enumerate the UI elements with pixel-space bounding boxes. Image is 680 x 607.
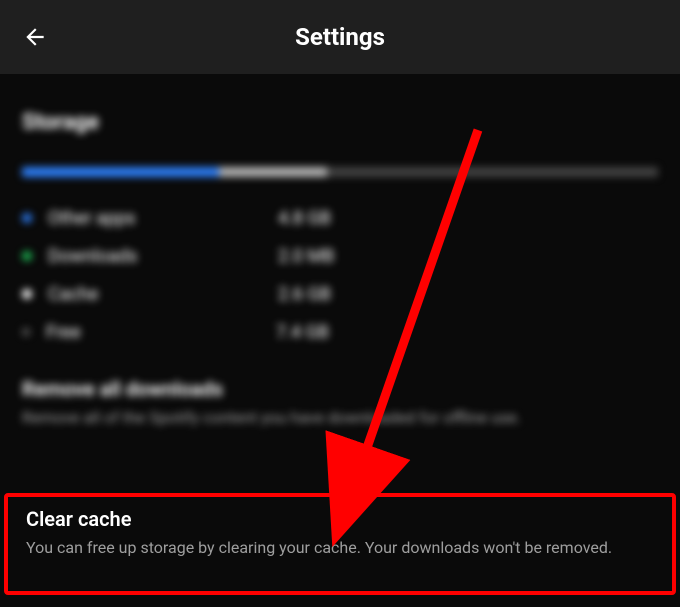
remove-downloads-desc: Remove all of the Spotify content you ha…	[22, 407, 658, 429]
storage-legend: Other apps 4.8 GB Downloads 2.0 MB Cache…	[22, 199, 658, 351]
storage-section-title: Storage	[22, 110, 658, 135]
legend-dot-icon	[22, 213, 32, 223]
storage-bar-segment-free	[327, 167, 658, 177]
storage-bar-segment-cache	[219, 167, 327, 177]
legend-row-other-apps: Other apps 4.8 GB	[22, 199, 658, 237]
legend-label: Downloads	[48, 246, 278, 267]
legend-row-cache: Cache 2.6 GB	[22, 275, 658, 313]
legend-row-free: Free 7.4 GB	[22, 313, 658, 351]
legend-label: Other apps	[48, 208, 278, 229]
legend-value: 2.0 MB	[278, 246, 334, 267]
back-button[interactable]	[18, 20, 52, 54]
clear-cache-title: Clear cache	[26, 507, 654, 531]
blurred-storage-section: Storage Other apps 4.8 GB Downloads 2.0 …	[22, 110, 658, 429]
page-title: Settings	[0, 23, 680, 51]
legend-value: 2.6 GB	[278, 284, 331, 305]
legend-value: 4.8 GB	[278, 208, 331, 229]
legend-value: 7.4 GB	[276, 322, 329, 343]
arrow-left-icon	[22, 24, 48, 50]
legend-label: Free	[46, 322, 276, 343]
clear-cache-option[interactable]: Clear cache You can free up storage by c…	[4, 493, 676, 595]
legend-dot-icon	[22, 251, 32, 261]
legend-dot-icon	[22, 289, 32, 299]
legend-label: Cache	[48, 284, 278, 305]
legend-row-downloads: Downloads 2.0 MB	[22, 237, 658, 275]
remove-downloads-title: Remove all downloads	[22, 377, 658, 401]
storage-bar-segment-other-apps	[22, 167, 219, 177]
header-bar: Settings	[0, 0, 680, 74]
clear-cache-desc: You can free up storage by clearing your…	[26, 537, 654, 559]
storage-bar	[22, 167, 658, 177]
remove-downloads-option[interactable]: Remove all downloads Remove all of the S…	[22, 377, 658, 429]
legend-dot-icon	[22, 328, 30, 336]
